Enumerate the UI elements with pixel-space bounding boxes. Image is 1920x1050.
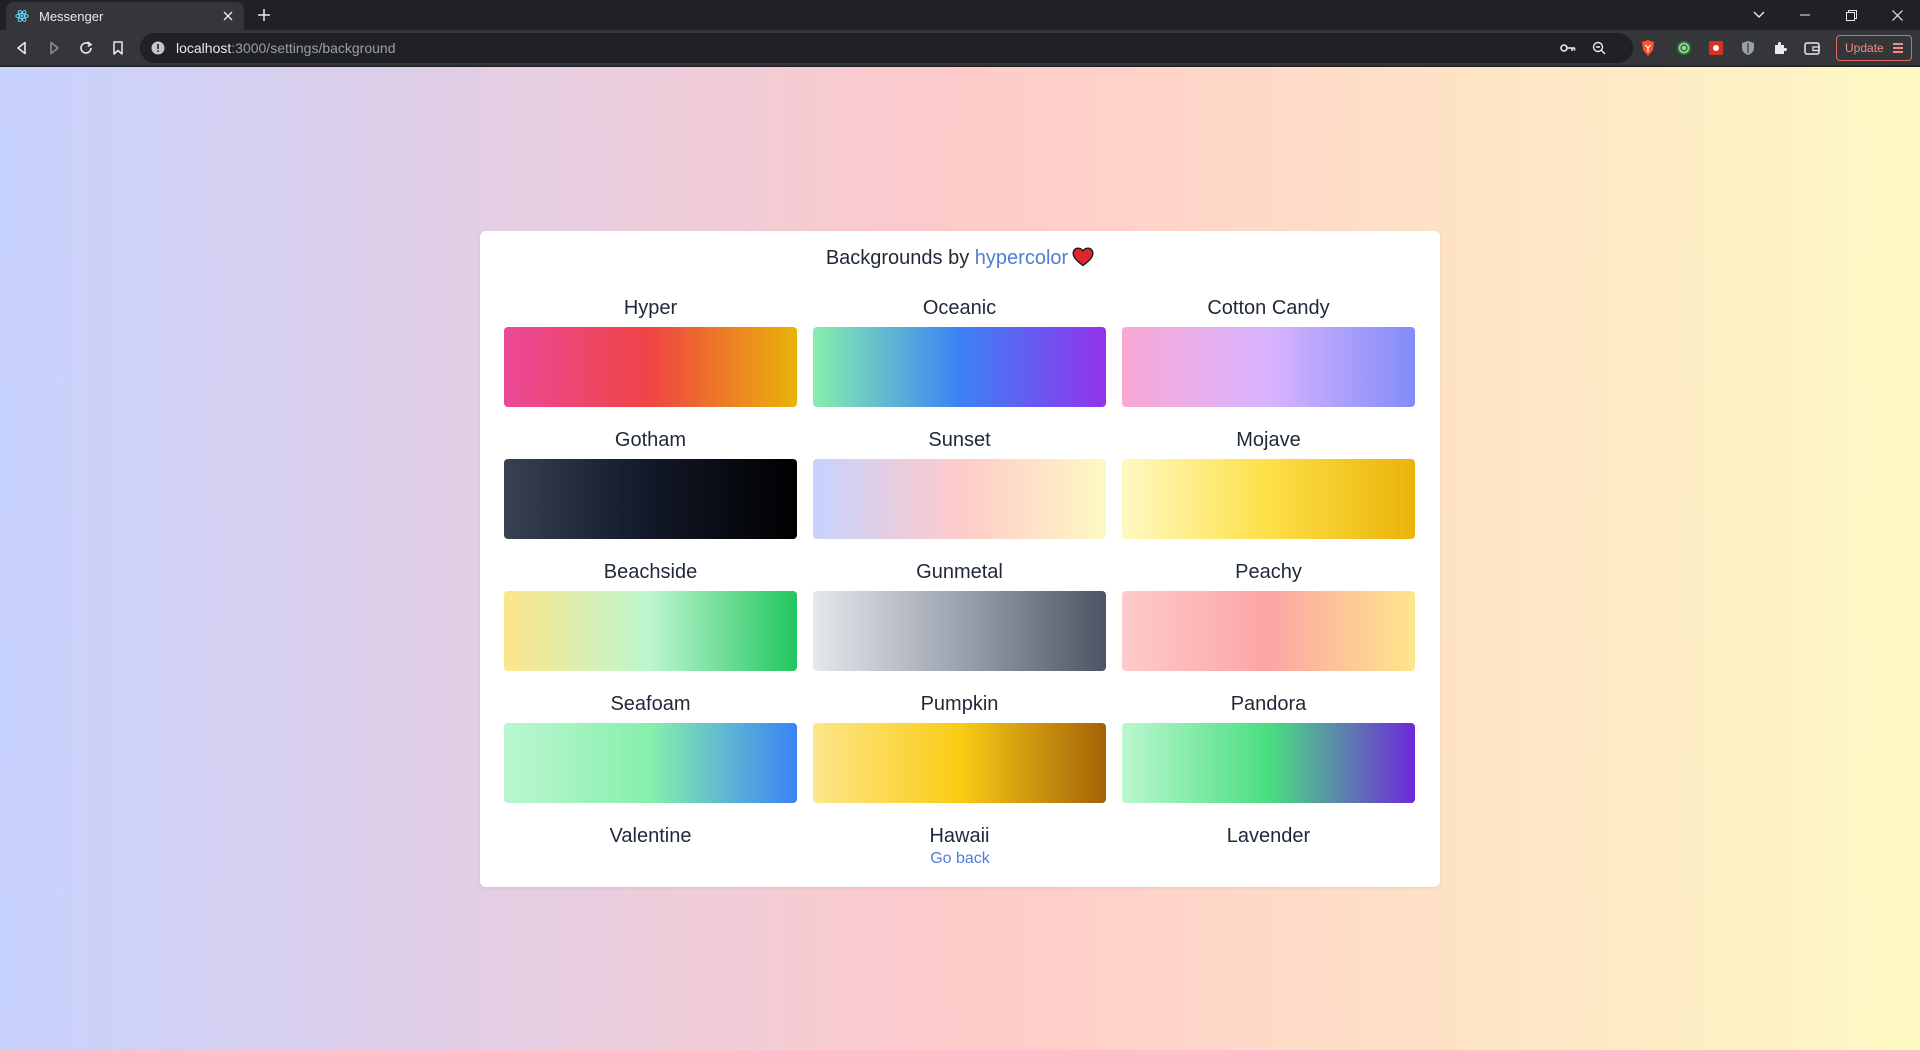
background-name: Hyper (623, 296, 678, 319)
background-preview[interactable] (1122, 591, 1415, 671)
background-preview[interactable] (813, 327, 1106, 407)
zoom-icon[interactable] (1592, 33, 1606, 63)
brave-shield-icon[interactable] (1636, 36, 1660, 60)
backgrounds-scroll-area[interactable]: Hyper Oceanic Cotton Candy Gotham Sunset Moja… (504, 289, 1416, 843)
update-button[interactable]: Update (1836, 35, 1912, 61)
background-option[interactable]: Hyper (504, 289, 797, 421)
background-name: Cotton Candy (1207, 296, 1330, 319)
password-key-icon[interactable] (1560, 33, 1576, 63)
background-name: Seafoam (610, 692, 691, 715)
extension-shield-icon[interactable] (1736, 36, 1760, 60)
title-prefix: Backgrounds by (825, 247, 975, 269)
background-option[interactable]: Oceanic (813, 289, 1106, 421)
page-background: Backgrounds by hypercolor Hyper Oceanic Co… (0, 67, 1920, 1050)
react-icon (14, 8, 30, 24)
background-preview[interactable] (813, 459, 1106, 539)
background-name: Gotham (614, 428, 687, 451)
menu-icon (1893, 43, 1903, 53)
update-label: Update (1845, 41, 1884, 55)
background-name: Oceanic (922, 296, 997, 319)
background-option[interactable]: Sunset (813, 421, 1106, 553)
browser-tab[interactable]: Messenger (6, 2, 244, 30)
bookmark-icon[interactable] (106, 36, 130, 60)
background-preview[interactable] (504, 459, 797, 539)
info-icon[interactable] (150, 40, 166, 56)
forward-button[interactable] (42, 36, 66, 60)
background-option[interactable]: Hawaii (813, 817, 1106, 844)
backgrounds-card: Backgrounds by hypercolor Hyper Oceanic Co… (480, 231, 1440, 887)
background-preview[interactable] (504, 723, 797, 803)
background-option[interactable]: Valentine (504, 817, 797, 844)
background-name: Pandora (1230, 692, 1307, 715)
background-preview[interactable] (504, 591, 797, 671)
page-title: Backgrounds by hypercolor (480, 247, 1440, 273)
background-name: Valentine (609, 824, 692, 844)
minimize-button[interactable] (1782, 0, 1828, 30)
close-tab-icon[interactable] (220, 8, 236, 24)
background-option[interactable]: Gotham (504, 421, 797, 553)
background-name: Pumpkin (920, 692, 999, 715)
url-path: :3000/settings/background (231, 40, 396, 56)
browser-toolbar: localhost:3000/settings/background Updat… (0, 30, 1920, 66)
background-name: Sunset (928, 428, 991, 451)
go-back-link[interactable]: Go back (480, 850, 1440, 868)
background-preview[interactable] (813, 723, 1106, 803)
url-host: localhost (176, 40, 232, 56)
background-option[interactable]: Lavender (1122, 817, 1415, 844)
background-option[interactable]: Mojave (1122, 421, 1415, 553)
background-name: Peachy (1235, 560, 1302, 583)
background-name: Lavender (1226, 824, 1311, 844)
browser-tab-bar: Messenger (0, 0, 1920, 30)
background-preview[interactable] (1122, 327, 1415, 407)
background-option[interactable]: Cotton Candy (1122, 289, 1415, 421)
tab-title: Messenger (39, 8, 104, 24)
heart-icon (1072, 247, 1094, 273)
close-window-button[interactable] (1874, 0, 1920, 30)
background-option[interactable]: Pumpkin (813, 685, 1106, 817)
background-preview[interactable] (1122, 723, 1415, 803)
background-option[interactable]: Gunmetal (813, 553, 1106, 685)
extension-red-icon[interactable] (1704, 36, 1728, 60)
background-option[interactable]: Seafoam (504, 685, 797, 817)
background-name: Gunmetal (916, 560, 1003, 583)
tab-search-icon[interactable] (1736, 0, 1782, 30)
background-name: Mojave (1236, 428, 1301, 451)
backgrounds-grid: Hyper Oceanic Cotton Candy Gotham Sunset Moja… (504, 289, 1416, 843)
background-option[interactable]: Pandora (1122, 685, 1415, 817)
back-button[interactable] (10, 36, 34, 60)
background-preview[interactable] (1122, 459, 1415, 539)
restore-button[interactable] (1828, 0, 1874, 30)
background-name: Hawaii (929, 824, 990, 844)
background-preview[interactable] (504, 327, 797, 407)
extensions-puzzle-icon[interactable] (1768, 36, 1792, 60)
background-preview[interactable] (813, 591, 1106, 671)
address-bar[interactable]: localhost:3000/settings/background (140, 33, 1633, 63)
reload-button[interactable] (74, 36, 98, 60)
wallet-icon[interactable] (1800, 36, 1824, 60)
background-option[interactable]: Peachy (1122, 553, 1415, 685)
background-option[interactable]: Beachside (504, 553, 797, 685)
extension-green-icon[interactable] (1672, 36, 1696, 60)
background-name: Beachside (603, 560, 698, 583)
hypercolor-link[interactable]: hypercolor (975, 247, 1068, 269)
new-tab-button[interactable] (254, 5, 274, 25)
